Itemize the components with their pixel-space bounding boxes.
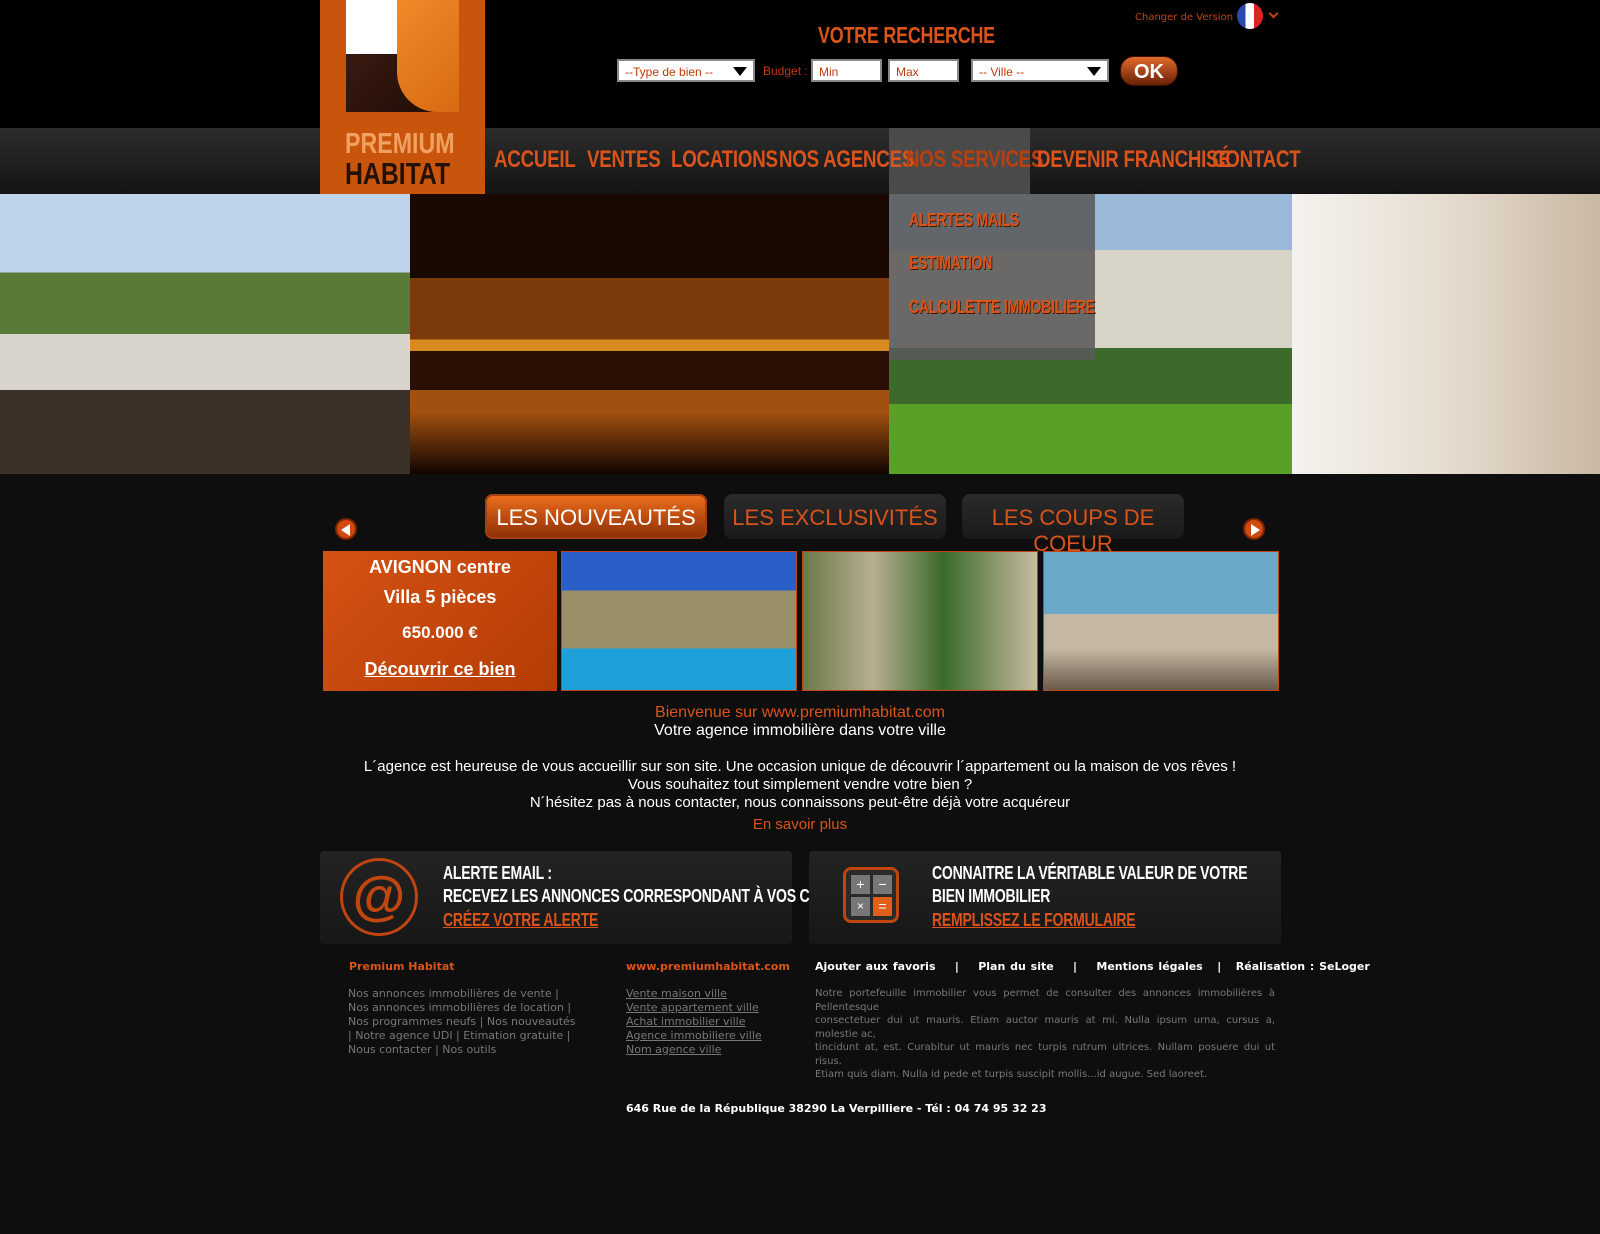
footer-link[interactable]: Nos annonces immobilières de location | <box>348 1001 576 1015</box>
tab-exclusivites[interactable]: LES EXCLUSIVITÉS <box>724 494 946 539</box>
tab-coups-de-coeur[interactable]: LES COUPS DE COEUR <box>962 494 1184 556</box>
email-alert-box: @ ALERTE EMAIL : RECEVEZ LES ANNONCES CO… <box>320 851 869 944</box>
valuation-box: + − × = CONNAITRE LA VÉRITABLE VALEUR DE… <box>809 851 1281 944</box>
hero-interior-image <box>1292 194 1600 474</box>
listing-price: 650.000 € <box>402 623 478 642</box>
listing-thumbnail[interactable] <box>1043 551 1279 691</box>
services-dropdown: ALERTES MAILS ESTIMATION CALCULETTE IMMO… <box>889 194 1095 360</box>
alert-line2: RECEVEZ LES ANNONCES CORRESPONDANT À VOS… <box>443 886 869 906</box>
chevron-down-icon <box>1087 67 1101 76</box>
sitemap-link[interactable]: Plan du site <box>978 960 1054 973</box>
welcome-paragraph: N´hésitez pas à nous contacter, nous con… <box>529 794 1071 811</box>
footer-col1-title: Premium Habitat <box>349 960 455 973</box>
separator: | <box>954 960 959 973</box>
search-title: VOTRE RECHERCHE <box>818 22 995 48</box>
welcome-subtitle: Votre agence immobilière dans votre vill… <box>654 722 946 739</box>
at-sign-icon: @ <box>340 858 418 936</box>
footer-col1-links: Nos annonces immobilières de vente | Nos… <box>348 987 576 1057</box>
chevron-down-icon <box>733 67 747 76</box>
footer-text: Notre portefeuille immobilier vous perme… <box>815 988 1275 1013</box>
add-favorites-link[interactable]: Ajouter aux favoris <box>815 960 936 973</box>
footer-link[interactable]: | Notre agence UDI | Etimation gratuite … <box>348 1029 576 1043</box>
footer-link[interactable]: Vente appartement ville <box>626 1001 762 1015</box>
credits-link[interactable]: Réalisation : SeLoger <box>1236 960 1370 973</box>
valuation-line1: CONNAITRE LA VÉRITABLE VALEUR DE VOTRE <box>932 863 1248 883</box>
footer-link[interactable]: Nous contacter | Nos outils <box>348 1043 576 1057</box>
nav-nos-agences[interactable]: NOS AGENCES <box>779 146 914 174</box>
footer-description: Notre portefeuille immobilier vous perme… <box>815 987 1275 1082</box>
listing-link[interactable]: Découvrir ce bien <box>323 659 557 680</box>
welcome-paragraph: L´agence est heureuse de vous accueillir… <box>363 758 1237 775</box>
welcome-title: Bienvenue sur www.premiumhabitat.com <box>655 704 945 721</box>
footer-link[interactable]: Agence immobiliere ville <box>626 1029 762 1043</box>
nav-contact[interactable]: CONTACT <box>1212 146 1301 174</box>
footer-col3-links: Ajouter aux favoris | Plan du site | Men… <box>815 960 1370 973</box>
more-link[interactable]: En savoir plus <box>0 816 1600 833</box>
listing-thumbnail[interactable] <box>802 551 1038 691</box>
hero-terrace-image <box>0 194 410 474</box>
footer-link[interactable]: Achat immobilier ville <box>626 1015 762 1029</box>
listing-type: Villa 5 pièces <box>383 587 497 607</box>
footer-link[interactable]: Nos programmes neufs | Nos nouveautés <box>348 1015 576 1029</box>
separator: | <box>1073 960 1078 973</box>
arrow-right-icon[interactable] <box>1243 518 1265 540</box>
city-value: -- Ville -- <box>979 65 1025 79</box>
logo-line2: HABITAT <box>345 156 451 191</box>
footer-link[interactable]: Nom agence ville <box>626 1043 762 1057</box>
listing-thumbnail[interactable] <box>561 551 797 691</box>
valuation-form-link[interactable]: REMPLISSEZ LE FORMULAIRE <box>932 910 1136 931</box>
featured-listing[interactable]: AVIGNON centre Villa 5 pièces 650.000 € … <box>323 551 557 691</box>
calculator-icon: + − × = <box>843 867 899 923</box>
footer-col2-title[interactable]: www.premiumhabitat.com <box>626 960 790 973</box>
nav-locations[interactable]: LOCATIONS <box>671 146 778 174</box>
legal-link[interactable]: Mentions légales <box>1096 960 1202 973</box>
city-select[interactable]: -- Ville -- <box>971 59 1109 82</box>
search-ok-button[interactable]: OK <box>1120 56 1178 86</box>
logo-mark <box>346 0 459 112</box>
dropdown-calculette[interactable]: CALCULETTE IMMOBILIERE <box>909 297 1095 318</box>
valuation-line2: BIEN IMMOBILIER <box>932 886 1051 906</box>
footer-address: 646 Rue de la République 38290 La Verpil… <box>626 1102 1047 1115</box>
tab-nouveautes[interactable]: LES NOUVEAUTÉS <box>485 494 707 539</box>
tab-label: LES NOUVEAUTÉS <box>496 505 696 530</box>
property-type-value: --Type de bien -- <box>625 65 714 79</box>
logo[interactable]: PREMIUM HABITAT <box>320 0 485 194</box>
budget-max-input[interactable]: Max <box>888 59 959 82</box>
arrow-left-icon[interactable] <box>335 518 357 540</box>
nav-nos-services[interactable]: NOS SERVICES <box>906 146 1044 174</box>
flag-france-icon[interactable] <box>1237 3 1263 29</box>
hero-banner <box>0 194 1600 474</box>
separator: | <box>1217 960 1222 973</box>
footer-text: tincidunt at, est. Curabitur ut mauris n… <box>815 1042 1275 1067</box>
footer-text: Etiam quis diam. Nulla id pede et turpis… <box>815 1069 1208 1080</box>
footer-col2-links: Vente maison ville Vente appartement vil… <box>626 987 762 1057</box>
nav-devenir-franchise[interactable]: DEVENIR FRANCHISÉ <box>1037 146 1231 174</box>
footer-link[interactable]: Nos annonces immobilières de vente | <box>348 987 576 1001</box>
dropdown-estimation[interactable]: ESTIMATION <box>909 253 992 274</box>
version-label[interactable]: Changer de Version <box>1135 12 1233 23</box>
budget-min-input[interactable]: Min <box>811 59 882 82</box>
dropdown-alertes-mails[interactable]: ALERTES MAILS <box>909 210 1019 231</box>
hero-night-city-image <box>410 194 889 474</box>
tab-label: LES EXCLUSIVITÉS <box>732 505 938 530</box>
alert-create-link[interactable]: CRÉEZ VOTRE ALERTE <box>443 910 598 931</box>
property-type-select[interactable]: --Type de bien -- <box>617 59 755 82</box>
footer-text: consectetuer dui ut mauris. Etiam auctor… <box>815 1015 1275 1040</box>
tab-label: LES COUPS DE COEUR <box>991 505 1155 556</box>
footer-link[interactable]: Vente maison ville <box>626 987 762 1001</box>
budget-label: Budget : <box>763 64 808 78</box>
welcome-paragraph: Vous souhaitez tout simplement vendre vo… <box>627 776 973 793</box>
nav-accueil[interactable]: ACCUEIL <box>494 146 576 174</box>
alert-line1: ALERTE EMAIL : <box>443 863 552 883</box>
listing-city: AVIGNON centre <box>369 557 511 577</box>
nav-ventes[interactable]: VENTES <box>587 146 661 174</box>
